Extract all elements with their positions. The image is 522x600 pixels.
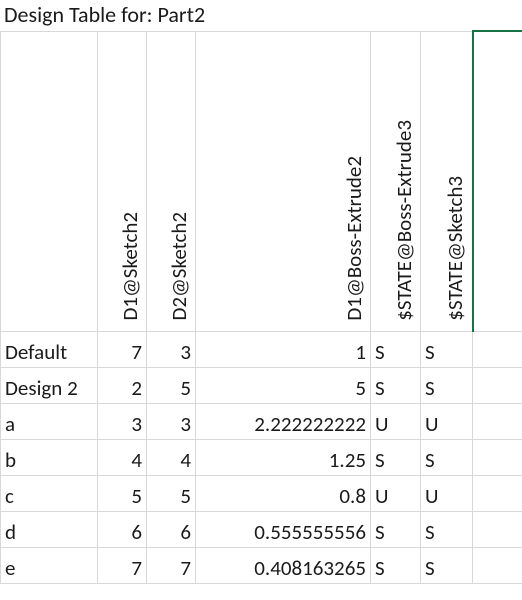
cell-empty[interactable] bbox=[473, 475, 522, 511]
cell-value[interactable]: S bbox=[421, 511, 473, 547]
header-state-sketch3[interactable]: $STATE@Sketch3 bbox=[421, 31, 473, 331]
cell-empty[interactable] bbox=[473, 331, 522, 367]
cell-value[interactable]: S bbox=[421, 367, 473, 403]
cell-value[interactable]: 7 bbox=[98, 331, 147, 367]
cell-value[interactable]: 3 bbox=[147, 331, 196, 367]
header-d2-sketch2[interactable]: D2@Sketch2 bbox=[147, 31, 196, 331]
header-config-name[interactable] bbox=[1, 31, 98, 331]
cell-value[interactable]: 6 bbox=[98, 511, 147, 547]
table-row[interactable]: c 5 5 0.8 U U bbox=[1, 475, 522, 511]
header-label: D2@Sketch2 bbox=[168, 210, 191, 323]
cell-value[interactable]: 5 bbox=[147, 367, 196, 403]
table-row[interactable]: Design 2 2 5 5 S S bbox=[1, 367, 522, 403]
cell-value[interactable]: 6 bbox=[147, 511, 196, 547]
cell-value[interactable]: 5 bbox=[98, 475, 147, 511]
cell-value[interactable]: 3 bbox=[147, 403, 196, 439]
cell-value[interactable]: 1.25 bbox=[196, 439, 371, 475]
cell-value[interactable]: 5 bbox=[147, 475, 196, 511]
cell-value[interactable]: U bbox=[421, 403, 473, 439]
header-label: $STATE@Sketch3 bbox=[444, 174, 467, 323]
table-row[interactable]: Default 7 3 1 S S bbox=[1, 331, 522, 367]
cell-config-name[interactable]: c bbox=[1, 475, 98, 511]
cell-empty[interactable] bbox=[473, 511, 522, 547]
header-d1-sketch2[interactable]: D1@Sketch2 bbox=[98, 31, 147, 331]
header-row: D1@Sketch2 D2@Sketch2 D1@Boss-Extrude2 $… bbox=[1, 31, 522, 331]
cell-value[interactable]: S bbox=[371, 511, 421, 547]
cell-value[interactable]: S bbox=[371, 547, 421, 583]
cell-value[interactable]: U bbox=[371, 403, 421, 439]
cell-value[interactable]: 0.8 bbox=[196, 475, 371, 511]
cell-value[interactable]: 7 bbox=[147, 547, 196, 583]
cell-empty[interactable] bbox=[473, 547, 522, 583]
table-row[interactable]: b 4 4 1.25 S S bbox=[1, 439, 522, 475]
header-empty-selected[interactable] bbox=[473, 31, 522, 331]
header-state-boss-extrude3[interactable]: $STATE@Boss-Extrude3 bbox=[371, 31, 421, 331]
cell-value[interactable]: 0.555555556 bbox=[196, 511, 371, 547]
cell-value[interactable]: U bbox=[421, 475, 473, 511]
cell-value[interactable]: S bbox=[371, 331, 421, 367]
cell-config-name[interactable]: b bbox=[1, 439, 98, 475]
cell-value[interactable]: S bbox=[421, 439, 473, 475]
cell-empty[interactable] bbox=[473, 403, 522, 439]
design-table[interactable]: D1@Sketch2 D2@Sketch2 D1@Boss-Extrude2 $… bbox=[0, 30, 522, 584]
cell-config-name[interactable]: d bbox=[1, 511, 98, 547]
header-label: D1@Sketch2 bbox=[119, 210, 142, 323]
table-row[interactable]: d 6 6 0.555555556 S S bbox=[1, 511, 522, 547]
table-row[interactable]: a 3 3 2.222222222 U U bbox=[1, 403, 522, 439]
header-d1-boss-extrude2[interactable]: D1@Boss-Extrude2 bbox=[196, 31, 371, 331]
cell-value[interactable]: 1 bbox=[196, 331, 371, 367]
cell-config-name[interactable]: a bbox=[1, 403, 98, 439]
table-row[interactable]: e 7 7 0.408163265 S S bbox=[1, 547, 522, 583]
header-label: D1@Boss-Extrude2 bbox=[343, 154, 366, 323]
cell-value[interactable]: S bbox=[421, 331, 473, 367]
cell-empty[interactable] bbox=[473, 367, 522, 403]
cell-value[interactable]: S bbox=[371, 439, 421, 475]
cell-value[interactable]: 5 bbox=[196, 367, 371, 403]
cell-config-name[interactable]: Design 2 bbox=[1, 367, 98, 403]
design-table-title: Design Table for: Part2 bbox=[0, 0, 522, 30]
cell-value[interactable]: 3 bbox=[98, 403, 147, 439]
cell-value[interactable]: 2.222222222 bbox=[196, 403, 371, 439]
header-label: $STATE@Boss-Extrude3 bbox=[393, 118, 416, 323]
cell-value[interactable]: 0.408163265 bbox=[196, 547, 371, 583]
cell-value[interactable]: 4 bbox=[98, 439, 147, 475]
cell-empty[interactable] bbox=[473, 439, 522, 475]
cell-value[interactable]: 2 bbox=[98, 367, 147, 403]
cell-value[interactable]: S bbox=[371, 367, 421, 403]
cell-value[interactable]: 4 bbox=[147, 439, 196, 475]
cell-value[interactable]: U bbox=[371, 475, 421, 511]
cell-config-name[interactable]: e bbox=[1, 547, 98, 583]
cell-value[interactable]: 7 bbox=[98, 547, 147, 583]
cell-config-name[interactable]: Default bbox=[1, 331, 98, 367]
cell-value[interactable]: S bbox=[421, 547, 473, 583]
